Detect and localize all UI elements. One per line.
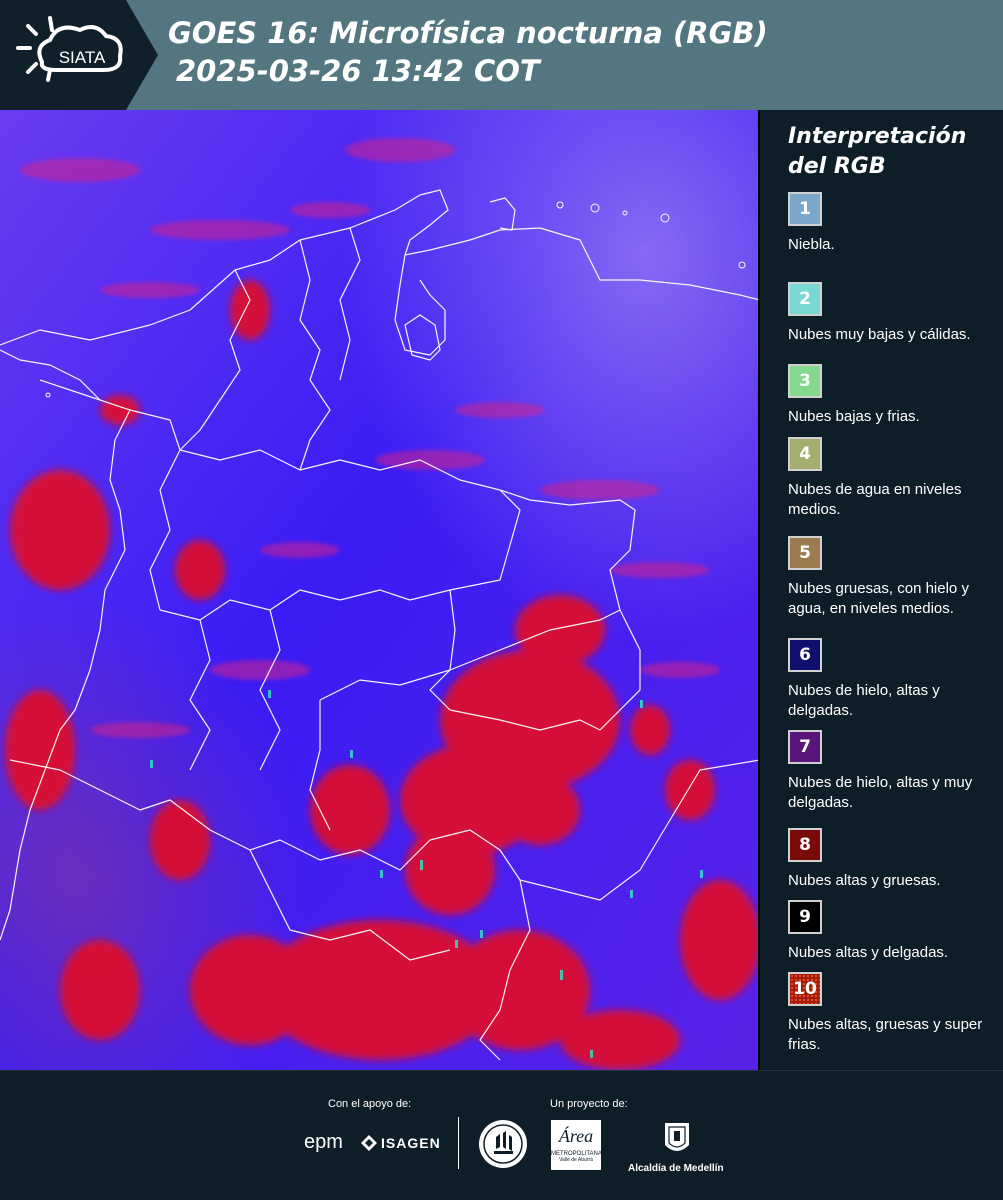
legend-item-7: 7 Nubes de hielo, altas y muy delgadas. xyxy=(788,730,998,813)
legend-label-10: Nubes altas, gruesas y super frias. xyxy=(788,1016,983,1053)
legend-item-8: 8 Nubes altas y gruesas. xyxy=(788,828,998,891)
legend-item-5: 5 Nubes gruesas, con hielo y agua, en niv… xyxy=(788,536,998,619)
legend-item-6: 6 Nubes de hielo, altas y delgadas. xyxy=(788,638,998,721)
legend-label-5: Nubes gruesas, con hielo y agua, en nive… xyxy=(788,580,969,617)
alcaldia-name: Alcaldía de Medellín xyxy=(628,1163,724,1174)
area-logo-text: Área xyxy=(558,1126,594,1146)
legend-item-10: 10 Nubes altas, gruesas y super frias. xyxy=(788,972,998,1055)
epm-logo-text: epm xyxy=(304,1131,343,1153)
satellite-map[interactable] xyxy=(0,110,760,1070)
legend-title: Interpretación del RGB xyxy=(788,124,967,179)
legend-label-6: Nubes de hielo, altas y delgadas. xyxy=(788,682,940,719)
page-timestamp: 2025-03-26 13:42 COT xyxy=(176,54,540,88)
legend-swatch-1: 1 xyxy=(788,192,822,226)
footer-bar: Con el apoyo de: Un proyecto de: epm ISA… xyxy=(0,1070,1003,1200)
coat-of-arms-icon xyxy=(665,1123,689,1151)
legend-swatch-3: 3 xyxy=(788,364,822,398)
footer-divider xyxy=(458,1117,459,1169)
page-title: GOES 16: Microfísica nocturna (RGB) xyxy=(168,16,768,50)
legend-label-3: Nubes bajas y frias. xyxy=(788,408,920,425)
epm-logo: epm xyxy=(304,1131,343,1154)
siata-logo-text: SIATA xyxy=(59,48,106,67)
legend-swatch-6: 6 xyxy=(788,638,822,672)
isagen-logo-text: ISAGEN xyxy=(381,1135,441,1151)
project-caption: Un proyecto de: xyxy=(550,1098,628,1110)
legend-panel: Interpretación del RGB 1 Niebla. 2 Nubes mu… xyxy=(760,110,1003,1070)
legend-swatch-2: 2 xyxy=(788,282,822,316)
support-caption: Con el apoyo de: xyxy=(328,1098,412,1110)
metropolitana-sub: Valle de Aburrá xyxy=(559,1157,593,1163)
legend-swatch-7: 7 xyxy=(788,730,822,764)
legend-label-4: Nubes de agua en niveles medios. xyxy=(788,481,962,518)
header-bar: SIATA GOES 16: Microfísica nocturna (RGB… xyxy=(0,0,1003,110)
legend-label-1: Niebla. xyxy=(788,236,835,253)
legend-label-9: Nubes altas y delgadas. xyxy=(788,944,949,961)
legend-swatch-10: 10 xyxy=(788,972,822,1006)
alcaldia-logo: Alcaldía de Medellín xyxy=(628,1119,724,1174)
legend-item-4: 4 Nubes de agua en niveles medios. xyxy=(788,437,998,520)
legend-item-9: 9 Nubes altas y delgadas. xyxy=(788,900,998,963)
area-metropolitana-logo: Área METROPOLITANA Valle de Aburrá xyxy=(551,1120,602,1170)
siata-seal-icon xyxy=(478,1119,528,1173)
legend-item-3: 3 Nubes bajas y frias. xyxy=(788,364,998,427)
legend-swatch-8: 8 xyxy=(788,828,822,862)
siata-logo: SIATA xyxy=(0,0,158,110)
isagen-icon xyxy=(361,1135,377,1151)
legend-item-1: 1 Niebla. xyxy=(788,192,998,255)
legend-swatch-9: 9 xyxy=(788,900,822,934)
legend-swatch-4: 4 xyxy=(788,437,822,471)
legend-swatch-5: 5 xyxy=(788,536,822,570)
isagen-logo: ISAGEN xyxy=(360,1134,441,1152)
legend-label-2: Nubes muy bajas y cálidas. xyxy=(788,326,971,343)
legend-label-7: Nubes de hielo, altas y muy delgadas. xyxy=(788,774,973,811)
legend-item-2: 2 Nubes muy bajas y cálidas. xyxy=(788,282,998,345)
legend-label-8: Nubes altas y gruesas. xyxy=(788,872,941,889)
